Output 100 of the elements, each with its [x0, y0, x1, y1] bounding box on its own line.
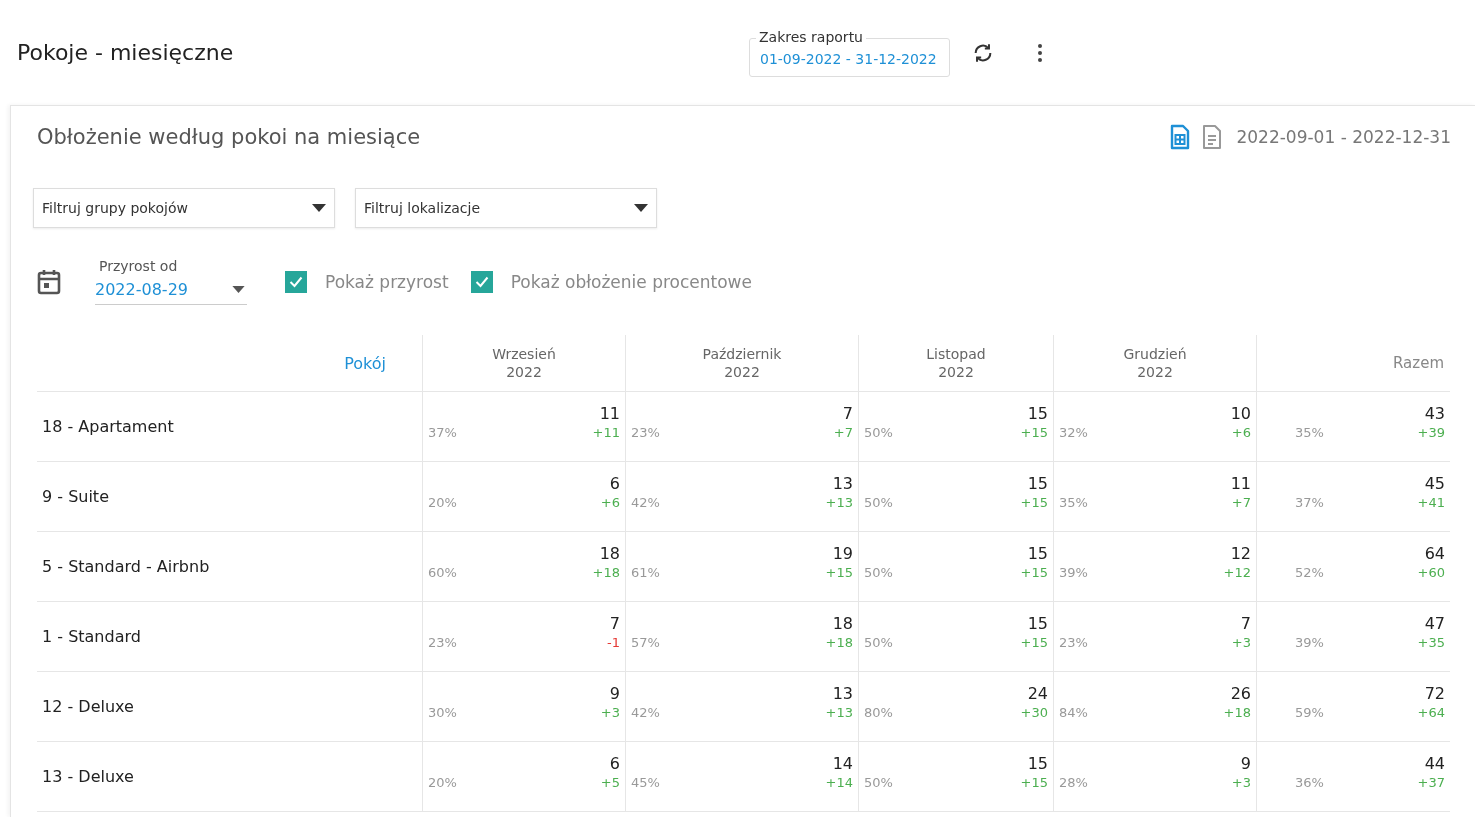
occupancy-percent: 60% [428, 565, 457, 580]
more-options-icon[interactable] [1036, 42, 1043, 63]
calendar-icon[interactable] [37, 268, 61, 295]
filter-dropdown[interactable]: Filtruj grupy pokojów [33, 188, 335, 228]
occupancy-percent: 36% [1295, 775, 1324, 790]
dropdown-caret-icon [232, 286, 245, 293]
growth-value: +15 [825, 565, 853, 580]
column-header[interactable]: Pokój [344, 353, 386, 373]
occupancy-percent: 61% [631, 565, 660, 580]
occupancy-percent: 30% [428, 705, 457, 720]
column-header: Październik 2022 [702, 345, 782, 381]
growth-value: +11 [592, 425, 620, 440]
occupancy-percent: 52% [1295, 565, 1324, 580]
growth-value: +6 [600, 495, 620, 510]
occupancy-percent: 84% [1059, 705, 1088, 720]
column-header: Razem [1393, 354, 1444, 372]
occupancy-value: 13 [832, 684, 853, 703]
checkmark-icon [289, 275, 303, 288]
growth-value: +60 [1417, 565, 1445, 580]
occupancy-value: 26 [1230, 684, 1251, 703]
occupancy-value: 18 [599, 544, 620, 563]
occupancy-percent: 28% [1059, 775, 1088, 790]
occupancy-value: 72 [1424, 684, 1445, 703]
column-header: Wrzesień 2022 [492, 345, 556, 381]
occupancy-value: 64 [1424, 544, 1445, 563]
growth-value: +39 [1417, 425, 1445, 440]
occupancy-percent: 57% [631, 635, 660, 650]
growth-value: +30 [1020, 705, 1048, 720]
occupancy-value: 43 [1424, 404, 1445, 423]
occupancy-value: 15 [1027, 474, 1048, 493]
spreadsheet-icon[interactable] [1170, 124, 1191, 150]
occupancy-value: 9 [1240, 754, 1251, 773]
growth-date-field[interactable]: Przyrost od 2022-08-29 [95, 258, 247, 305]
occupancy-percent: 32% [1059, 425, 1088, 440]
room-name: 18 - Apartament [42, 417, 174, 436]
occupancy-value: 19 [832, 544, 853, 563]
occupancy-percent: 39% [1059, 565, 1088, 580]
growth-value: +12 [1223, 565, 1251, 580]
checkbox[interactable] [470, 270, 493, 293]
occupancy-value: 6 [609, 754, 620, 773]
growth-value: +7 [1231, 495, 1251, 510]
occupancy-value: 10 [1230, 404, 1251, 423]
growth-value: +35 [1417, 635, 1445, 650]
column-header: Grudzień 2022 [1123, 345, 1187, 381]
occupancy-percent: 37% [428, 425, 457, 440]
checkbox-label: Pokaż przyrost [325, 271, 449, 292]
growth-value: +18 [1223, 705, 1251, 720]
checkbox-label: Pokaż obłożenie procentowe [510, 271, 752, 292]
occupancy-percent: 59% [1295, 705, 1324, 720]
growth-value: +13 [825, 705, 853, 720]
dropdown-caret-icon [312, 204, 326, 212]
room-name: 5 - Standard - Airbnb [42, 557, 210, 576]
growth-value: +14 [825, 775, 853, 790]
occupancy-value: 11 [1230, 474, 1251, 493]
occupancy-percent: 50% [864, 635, 893, 650]
growth-value: +15 [1020, 495, 1048, 510]
growth-value: -1 [607, 635, 620, 650]
growth-value: +15 [1020, 635, 1048, 650]
filter-dropdown[interactable]: Filtruj lokalizacje [355, 188, 657, 228]
growth-value: +3 [1231, 775, 1251, 790]
occupancy-percent: 42% [631, 495, 660, 510]
growth-value: +15 [1020, 775, 1048, 790]
occupancy-value: 15 [1027, 544, 1048, 563]
field-label: Przyrost od [99, 258, 179, 274]
occupancy-percent: 23% [428, 635, 457, 650]
document-icon[interactable] [1202, 124, 1223, 150]
room-name: 1 - Standard [42, 627, 141, 646]
growth-value: +7 [833, 425, 853, 440]
occupancy-percent: 23% [631, 425, 660, 440]
room-name: 12 - Deluxe [42, 697, 134, 716]
occupancy-percent: 20% [428, 775, 457, 790]
field-label: Zakres raportu [756, 29, 866, 45]
occupancy-value: 47 [1424, 614, 1445, 633]
checkbox[interactable] [285, 270, 307, 293]
column-header: Listopad 2022 [926, 345, 986, 381]
growth-value: +41 [1417, 495, 1445, 510]
occupancy-value: 44 [1424, 754, 1445, 773]
occupancy-percent: 23% [1059, 635, 1088, 650]
growth-value: +3 [600, 705, 620, 720]
growth-value: +3 [1231, 635, 1251, 650]
occupancy-value: 7 [842, 404, 853, 423]
card-title: Obłożenie według pokoi na miesiące [37, 125, 421, 149]
occupancy-value: 15 [1027, 404, 1048, 423]
growth-value: +18 [592, 565, 620, 580]
occupancy-percent: 35% [1059, 495, 1088, 510]
occupancy-percent: 80% [864, 705, 893, 720]
occupancy-percent: 20% [428, 495, 457, 510]
occupancy-percent: 39% [1295, 635, 1324, 650]
growth-value: +13 [825, 495, 853, 510]
occupancy-percent: 37% [1295, 495, 1324, 510]
occupancy-value: 15 [1027, 754, 1048, 773]
growth-value: +15 [1020, 565, 1048, 580]
occupancy-percent: 50% [864, 425, 893, 440]
field-value: 2022-08-29 [95, 280, 188, 299]
occupancy-percent: 50% [864, 495, 893, 510]
occupancy-value: 18 [832, 614, 853, 633]
growth-value: +6 [1231, 425, 1251, 440]
occupancy-value: 12 [1230, 544, 1251, 563]
occupancy-value: 45 [1424, 474, 1445, 493]
occupancy-value: 7 [609, 614, 620, 633]
